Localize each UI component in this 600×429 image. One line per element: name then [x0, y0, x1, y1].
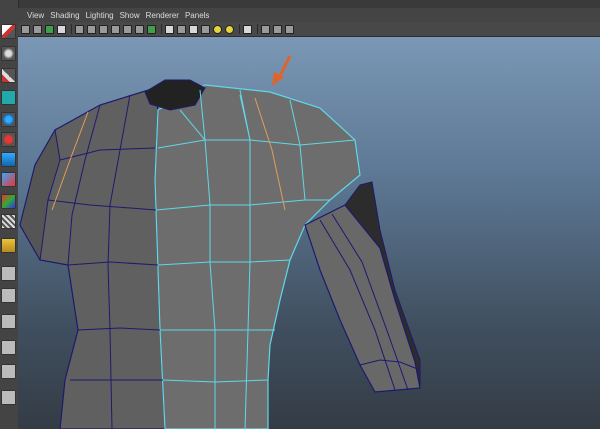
gate-mask-icon[interactable]: [111, 24, 120, 34]
menu-lighting[interactable]: Lighting: [86, 11, 114, 20]
scale-icon[interactable]: [1, 152, 16, 167]
toolbar-divider: [239, 24, 240, 34]
wireframe-on-shaded-icon[interactable]: [189, 24, 198, 34]
field-chart-icon[interactable]: [123, 24, 132, 34]
safe-action-icon[interactable]: [135, 24, 144, 34]
sphere-icon[interactable]: [1, 112, 16, 127]
menu-shading[interactable]: Shading: [50, 11, 79, 20]
film-gate-icon[interactable]: [87, 24, 96, 34]
layout-icon[interactable]: [1, 340, 16, 355]
menu-view[interactable]: View: [27, 11, 44, 20]
arrow-pointer-icon: [272, 55, 292, 86]
shadows-icon[interactable]: [225, 24, 234, 34]
move-icon[interactable]: [1, 194, 16, 209]
menu-panels[interactable]: Panels: [185, 11, 209, 20]
rotate-icon[interactable]: [1, 132, 16, 147]
textured-icon[interactable]: [201, 24, 210, 34]
layout-icon[interactable]: [1, 266, 16, 281]
smooth-shade-icon[interactable]: [177, 24, 186, 34]
layout-icon[interactable]: [1, 314, 16, 329]
panel-menu-bar: View Shading Lighting Show Renderer Pane…: [18, 8, 600, 22]
toolbar-divider: [161, 24, 162, 34]
camera-icon[interactable]: [21, 24, 30, 34]
torso-mesh[interactable]: [18, 37, 600, 429]
cone-icon[interactable]: [1, 90, 16, 105]
camera-attributes-icon[interactable]: [33, 24, 42, 34]
xray-icon[interactable]: [261, 24, 270, 34]
layout-icon[interactable]: [1, 364, 16, 379]
wireframe-icon[interactable]: [1, 214, 16, 229]
manipulator-icon[interactable]: [1, 238, 16, 253]
isolate-select-icon[interactable]: [243, 24, 252, 34]
layout-icon[interactable]: [1, 390, 16, 405]
image-plane-icon[interactable]: [57, 24, 66, 34]
torso-left-half: [19, 87, 166, 429]
menu-renderer[interactable]: Renderer: [146, 11, 179, 20]
resolution-gate-icon[interactable]: [99, 24, 108, 34]
cube-icon[interactable]: [1, 172, 16, 187]
layout-icon[interactable]: [1, 288, 16, 303]
paint-brush-icon[interactable]: [1, 68, 16, 83]
grid-icon[interactable]: [75, 24, 84, 34]
window-top-strip: [0, 0, 600, 8]
menu-show[interactable]: Show: [120, 11, 140, 20]
toolbar-divider: [257, 24, 258, 34]
toolbar-divider: [71, 24, 72, 34]
panel-toolbar: [18, 22, 600, 37]
lasso-icon[interactable]: [1, 46, 16, 61]
tool-box: [0, 0, 19, 429]
safe-title-icon[interactable]: [147, 24, 156, 34]
3d-viewport[interactable]: [18, 37, 600, 429]
use-all-lights-icon[interactable]: [213, 24, 222, 34]
wireframe-shading-icon[interactable]: [165, 24, 174, 34]
xray-joints-icon[interactable]: [273, 24, 282, 34]
bookmark-icon[interactable]: [45, 24, 54, 34]
backface-culling-icon[interactable]: [285, 24, 294, 34]
select-arrow-icon[interactable]: [1, 24, 16, 39]
